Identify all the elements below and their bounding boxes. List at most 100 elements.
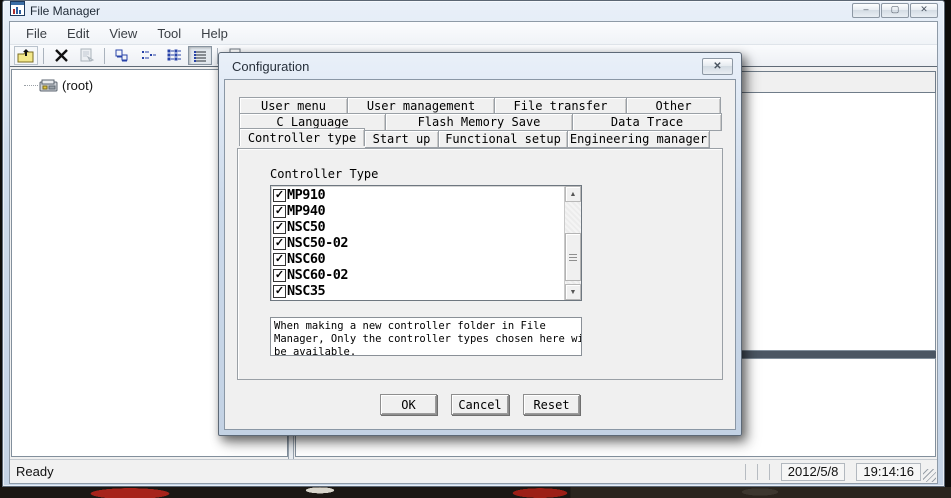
list-item-mp910[interactable]: ✓ MP910: [271, 187, 564, 203]
menu-item-tool[interactable]: Tool: [147, 24, 191, 43]
minimize-button[interactable]: –: [852, 3, 880, 18]
app-icon: [10, 1, 25, 21]
description-line: Manager, Only the controller types chose…: [274, 333, 578, 346]
up-folder-icon: [16, 48, 36, 64]
status-text: Ready: [10, 464, 54, 479]
up-one-level-button[interactable]: [14, 46, 38, 65]
tab-other[interactable]: Other: [626, 97, 721, 114]
controller-type-label: Controller Type: [270, 167, 378, 181]
menu-item-file[interactable]: File: [16, 24, 57, 43]
list-item-label: MP910: [287, 187, 325, 203]
details-view-icon: [192, 49, 208, 63]
menu-bar: File Edit View Tool Help: [10, 22, 937, 45]
tab-control: User menu User management File transfer …: [239, 97, 722, 148]
tab-data-trace[interactable]: Data Trace: [572, 113, 722, 131]
minimize-icon: –: [863, 5, 868, 14]
controller-type-items: ✓ MP910 ✓ MP940 ✓ NSC50 ✓: [271, 186, 564, 300]
status-separator: [757, 464, 758, 480]
titlebar[interactable]: File Manager – ▢ ✕: [3, 1, 944, 21]
desktop-background: [0, 487, 951, 498]
maximize-icon: ▢: [891, 5, 900, 14]
scroll-up-icon: ▲: [570, 191, 577, 198]
close-button[interactable]: ✕: [910, 3, 938, 18]
dialog-titlebar[interactable]: Configuration ✕: [219, 53, 741, 79]
scrollbar-thumb[interactable]: [565, 233, 581, 281]
dialog-content: User menu User management File transfer …: [224, 79, 736, 430]
scrollbar-track[interactable]: [565, 202, 581, 284]
dialog-buttons: OK Cancel Reset: [225, 394, 735, 415]
tab-start-up[interactable]: Start up: [364, 130, 439, 148]
window-title: File Manager: [30, 4, 100, 18]
description-box: When making a new controller folder in F…: [270, 317, 582, 356]
list-scrollbar[interactable]: ▲ ▼: [564, 186, 581, 300]
details-list-button[interactable]: [162, 46, 186, 65]
root-node-icon: [39, 79, 58, 93]
dialog-close-icon: ✕: [713, 61, 721, 72]
tab-user-management[interactable]: User management: [347, 97, 495, 114]
tab-controller-type[interactable]: Controller type: [239, 128, 365, 146]
status-separator: [769, 464, 770, 480]
list-item-label: NSC35: [287, 283, 325, 299]
thumb-grip-line: [569, 257, 577, 258]
list-item-label: NSC50-02: [287, 235, 348, 251]
scroll-down-button[interactable]: ▼: [565, 284, 581, 300]
tab-functional-setup[interactable]: Functional setup: [438, 130, 568, 148]
checkbox-checked-icon[interactable]: ✓: [273, 189, 286, 202]
menu-item-help[interactable]: Help: [191, 24, 238, 43]
controller-type-list[interactable]: ✓ MP910 ✓ MP940 ✓ NSC50 ✓: [270, 185, 582, 301]
list-item-nsc60[interactable]: ✓ NSC60: [271, 251, 564, 267]
tab-user-menu[interactable]: User menu: [239, 97, 348, 114]
menu-item-edit[interactable]: Edit: [57, 24, 99, 43]
small-icons-view-button[interactable]: [110, 46, 134, 65]
checkbox-checked-icon[interactable]: ✓: [273, 285, 286, 298]
status-time: 19:14:16: [856, 463, 921, 481]
ok-button[interactable]: OK: [380, 394, 437, 415]
toolbar-separator: [104, 48, 105, 64]
window-controls: – ▢ ✕: [852, 3, 938, 18]
thumb-grip-line: [569, 260, 577, 261]
list-item-label: NSC50: [287, 219, 325, 235]
checkbox-checked-icon[interactable]: ✓: [273, 269, 286, 282]
maximize-button[interactable]: ▢: [881, 3, 909, 18]
tab-row-filler: [710, 131, 722, 148]
checkbox-checked-icon[interactable]: ✓: [273, 237, 286, 250]
scroll-up-button[interactable]: ▲: [565, 186, 581, 202]
list-item-nsc50-02[interactable]: ✓ NSC50-02: [271, 235, 564, 251]
checkbox-checked-icon[interactable]: ✓: [273, 205, 286, 218]
configuration-dialog: Configuration ✕ User menu User managemen…: [218, 52, 742, 436]
tree-item-label: (root): [62, 78, 93, 93]
description-line: be available.: [274, 346, 578, 356]
menu-item-view[interactable]: View: [99, 24, 147, 43]
properties-icon: [79, 48, 95, 63]
resize-grip[interactable]: [923, 469, 936, 482]
properties-button[interactable]: [75, 46, 99, 65]
list-item-mp940[interactable]: ✓ MP940: [271, 203, 564, 219]
checkbox-checked-icon[interactable]: ✓: [273, 221, 286, 234]
description-line: When making a new controller folder in F…: [274, 320, 578, 333]
dialog-title: Configuration: [232, 59, 309, 74]
toolbar-separator: [43, 48, 44, 64]
list-view-icon: [140, 48, 157, 63]
tab-flash-memory-save[interactable]: Flash Memory Save: [385, 113, 573, 131]
list-item-nsc60-02[interactable]: ✓ NSC60-02: [271, 267, 564, 283]
tab-file-transfer[interactable]: File transfer: [494, 97, 627, 114]
cancel-button[interactable]: Cancel: [451, 394, 509, 415]
close-icon: ✕: [920, 5, 928, 14]
checkbox-checked-icon[interactable]: ✓: [273, 253, 286, 266]
status-date: 2012/5/8: [781, 463, 846, 481]
details-view-button[interactable]: [188, 46, 212, 65]
list-item-label: NSC60: [287, 251, 325, 267]
details-list-icon: [166, 48, 183, 63]
tab-engineering-manager[interactable]: Engineering manager: [567, 130, 710, 148]
tree-branch-line: [24, 85, 38, 86]
delete-button[interactable]: [49, 46, 73, 65]
delete-icon: [54, 48, 69, 63]
dialog-close-button[interactable]: ✕: [702, 58, 733, 75]
list-item-label: NSC60-02: [287, 267, 348, 283]
status-right: 2012/5/8 19:14:16: [745, 460, 921, 483]
list-item-nsc35[interactable]: ✓ NSC35: [271, 283, 564, 299]
thumb-grip-line: [569, 254, 577, 255]
list-item-nsc50[interactable]: ✓ NSC50: [271, 219, 564, 235]
reset-button[interactable]: Reset: [523, 394, 580, 415]
list-view-button[interactable]: [136, 46, 160, 65]
